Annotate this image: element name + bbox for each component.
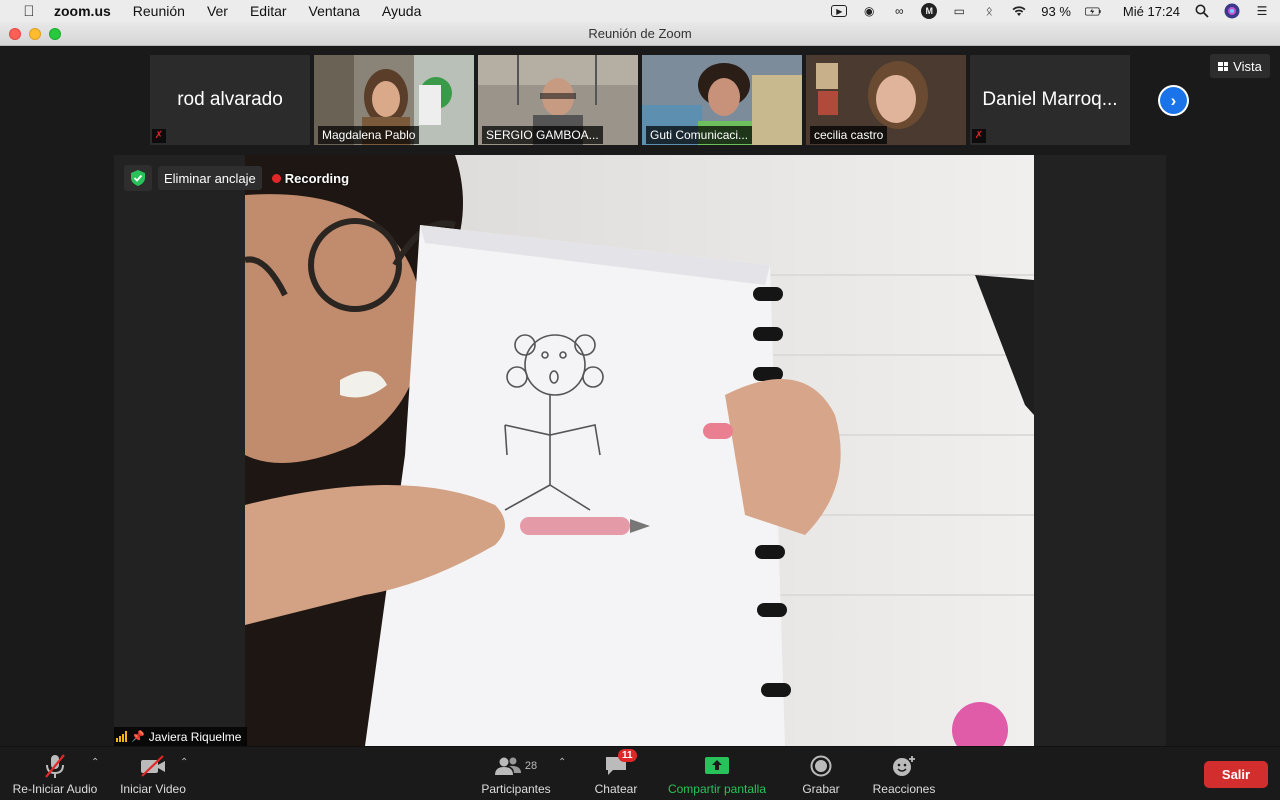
audio-button-label: Re-Iniciar Audio <box>12 782 98 796</box>
chat-unread-badge: 11 <box>618 749 637 762</box>
participants-count: 28 <box>524 760 538 772</box>
video-off-icon <box>116 753 190 779</box>
recording-label: Recording <box>284 170 350 186</box>
participants-button-label: Participantes <box>481 782 551 796</box>
participant-name-label: cecilia castro <box>810 126 888 144</box>
menu-reunion[interactable]: Reunión <box>133 3 185 19</box>
mic-muted-icon <box>10 753 100 779</box>
active-speaker-video <box>245 155 1034 746</box>
participants-options-caret-icon[interactable]: ⌃ <box>558 757 566 768</box>
participant-tile[interactable]: cecilia castro <box>806 55 966 145</box>
video-button-label: Iniciar Video <box>120 782 186 796</box>
participant-name-label: Magdalena Pablo <box>318 126 420 144</box>
menu-ayuda[interactable]: Ayuda <box>382 3 421 19</box>
grid-icon <box>1218 61 1229 71</box>
battery-percent: 93 % <box>1041 3 1071 19</box>
participant-name-label: Guti Comunicaci... <box>646 126 753 144</box>
view-toggle-label: Vista <box>1233 58 1262 74</box>
menubar-status-area: ▶ ◉ ∞ M ▭ ᛟ 93 % Mié 17:24 ☰ <box>831 0 1270 22</box>
speaker-video-frame <box>245 155 1034 746</box>
pin-icon: 📌 <box>131 731 145 743</box>
share-screen-icon <box>662 753 772 779</box>
stage-overlay-controls: Eliminar anclaje Recording <box>124 165 349 191</box>
participant-name-large: rod alvarado <box>177 89 283 110</box>
unpin-video-button[interactable]: Eliminar anclaje <box>158 166 262 190</box>
wifi-icon[interactable] <box>1011 4 1027 18</box>
window-title: Reunión de Zoom <box>588 26 692 41</box>
participants-button[interactable]: 28 Participantes <box>476 753 556 796</box>
reactions-button-label: Reacciones <box>872 782 936 796</box>
airplay-icon[interactable]: ▭ <box>951 4 967 18</box>
audio-options-caret-icon[interactable]: ⌃ <box>91 757 99 768</box>
menu-ver[interactable]: Ver <box>207 3 228 19</box>
battery-charging-icon[interactable] <box>1084 4 1101 18</box>
record-button[interactable]: Grabar <box>796 753 846 796</box>
speaker-name: Javiera Riquelme <box>148 729 242 744</box>
mic-muted-icon: ✗ <box>152 129 166 143</box>
chat-bubble-icon: 11 <box>590 749 642 779</box>
record-icon <box>796 753 846 779</box>
active-speaker-label: 📌 Javiera Riquelme <box>114 727 248 746</box>
participant-name-large: Daniel Marroq... <box>982 89 1118 110</box>
participant-tile[interactable]: SERGIO GAMBOA... <box>478 55 638 145</box>
signal-strength-icon <box>116 731 127 742</box>
menu-ventana[interactable]: Ventana <box>309 3 360 19</box>
participants-icon <box>494 757 521 775</box>
video-button[interactable]: Iniciar Video <box>116 753 190 796</box>
spotlight-search-icon[interactable] <box>1194 4 1210 18</box>
creative-cloud-icon[interactable]: ∞ <box>891 4 907 18</box>
recording-dot-icon <box>271 173 281 183</box>
share-screen-button[interactable]: Compartir pantalla <box>662 753 772 796</box>
zoom-meeting-area: rod alvarado ✗ Magdalena Pablo SERGIO GA… <box>0 46 1280 746</box>
security-shield-icon[interactable] <box>124 165 152 191</box>
participants-icon-wrap: 28 <box>476 753 556 779</box>
apple-menu-icon[interactable]:  <box>20 3 38 20</box>
chat-button-label: Chatear <box>594 782 638 796</box>
reactions-button[interactable]: Reacciones <box>868 753 940 796</box>
participant-tile[interactable]: rod alvarado ✗ <box>150 55 310 145</box>
mic-muted-icon: ✗ <box>972 129 986 143</box>
recording-indicator[interactable]: Recording <box>271 170 350 186</box>
record-button-label: Grabar <box>802 782 840 796</box>
menubar-clock[interactable]: Mié 17:24 <box>1123 4 1180 19</box>
chevron-right-icon: › <box>1160 87 1187 114</box>
siri-icon[interactable] <box>1224 3 1240 19</box>
menu-app-name[interactable]: zoom.us <box>54 3 111 19</box>
share-screen-label: Compartir pantalla <box>667 782 767 796</box>
gallery-next-page-button[interactable]: › <box>1158 85 1189 116</box>
leave-meeting-button[interactable]: Salir <box>1204 761 1268 788</box>
participant-tile[interactable]: Guti Comunicaci... <box>642 55 802 145</box>
m-app-icon[interactable]: M <box>921 3 938 19</box>
meeting-toolbar: Re-Iniciar Audio ⌃ Iniciar Video ⌃ 28 Pa… <box>0 746 1280 800</box>
video-options-caret-icon[interactable]: ⌃ <box>180 757 188 768</box>
chat-button[interactable]: 11 Chatear <box>590 749 642 796</box>
reactions-smiley-icon <box>868 753 940 779</box>
participant-tile[interactable]: Magdalena Pablo <box>314 55 474 145</box>
macos-menubar:  zoom.us Reunión Ver Editar Ventana Ayu… <box>0 0 1280 22</box>
view-toggle-button[interactable]: Vista <box>1210 54 1270 78</box>
active-speaker-stage: Eliminar anclaje Recording 📌 Javiera Riq… <box>114 155 1166 746</box>
participant-name-label: SERGIO GAMBOA... <box>482 126 603 144</box>
notification-center-icon[interactable]: ☰ <box>1254 4 1270 18</box>
audio-button[interactable]: Re-Iniciar Audio <box>10 753 100 796</box>
participant-tile[interactable]: Daniel Marroq... ✗ <box>970 55 1130 145</box>
bluetooth-icon[interactable]: ᛟ <box>981 4 997 18</box>
zoom-status-icon[interactable]: ▶ <box>831 5 848 17</box>
menu-editar[interactable]: Editar <box>250 3 287 19</box>
window-titlebar: Reunión de Zoom <box>0 22 1280 46</box>
lock-status-icon[interactable]: ◉ <box>861 4 877 18</box>
